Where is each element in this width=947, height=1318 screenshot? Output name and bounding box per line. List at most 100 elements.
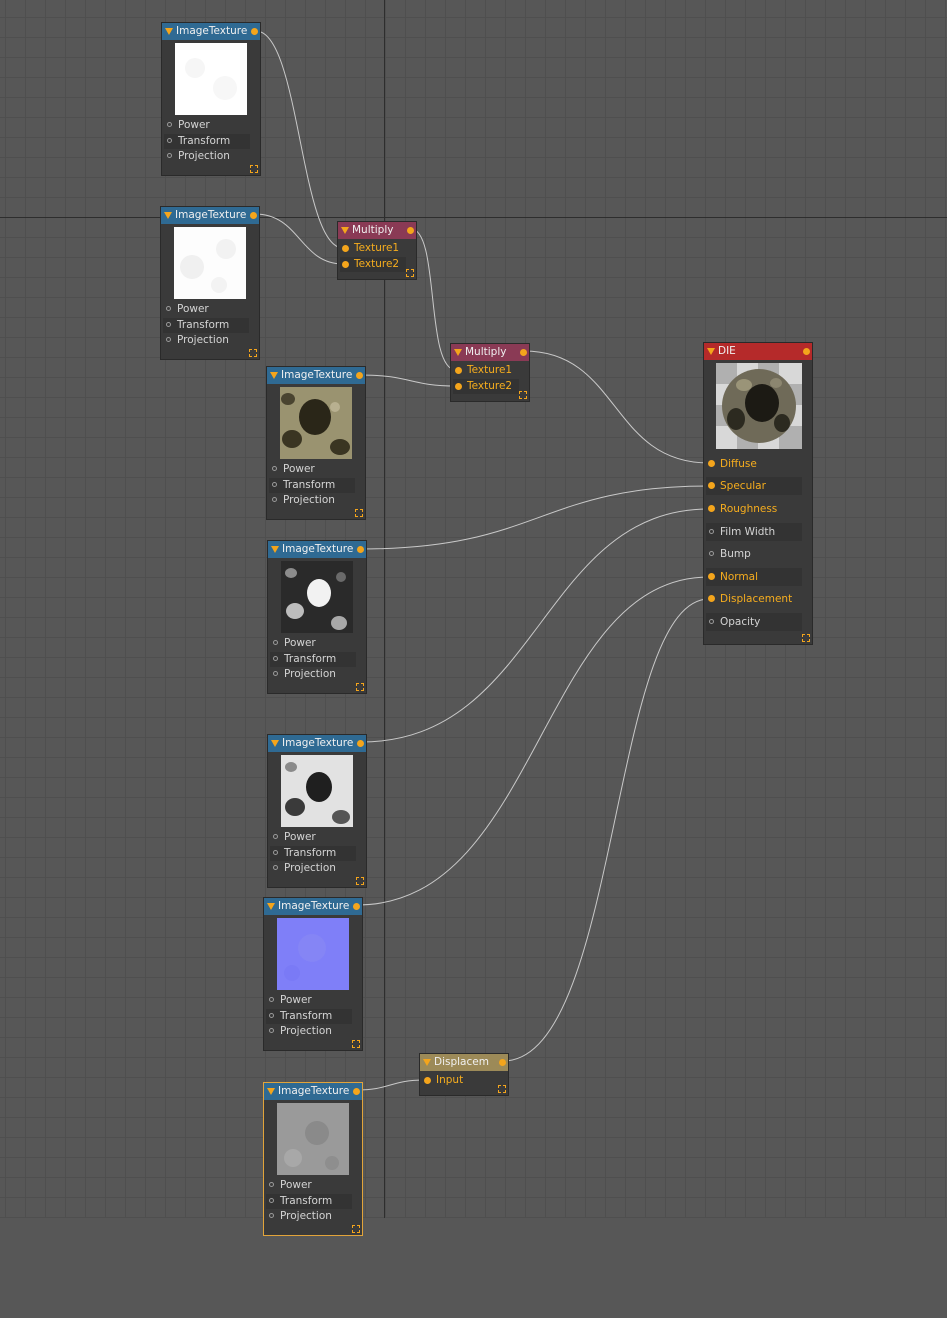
input-texture1[interactable]: Texture1 [340,241,406,256]
input-transform[interactable]: Transform [163,318,249,333]
input-power[interactable]: Power [266,993,352,1008]
port-dot-icon[interactable] [708,573,715,580]
node-header[interactable]: DIE [704,343,812,360]
material-input-film-width[interactable]: Film Width [706,523,802,541]
input-transform[interactable]: Transform [266,1194,352,1209]
port-dot-icon[interactable] [272,482,277,487]
input-transform[interactable]: Transform [266,1009,352,1024]
node-header[interactable]: ImageTexture [268,735,366,752]
collapse-arrow-icon[interactable] [271,740,279,747]
resize-handle-icon[interactable] [250,165,258,173]
resize-handle-icon[interactable] [355,509,363,517]
port-dot-icon[interactable] [269,1013,274,1018]
resize-handle-icon[interactable] [406,269,414,277]
port-dot-icon[interactable] [708,482,715,489]
node-header[interactable]: ImageTexture [264,1083,362,1100]
port-dot-icon[interactable] [708,595,715,602]
port-dot-icon[interactable] [273,834,278,839]
port-dot-icon[interactable] [273,850,278,855]
input-transform[interactable]: Transform [269,478,355,493]
output-port-icon[interactable] [251,28,258,35]
multiply-node-2[interactable]: Multiply Texture1 Texture2 [450,343,530,402]
port-dot-icon[interactable] [167,138,172,143]
material-input-diffuse[interactable]: Diffuse [706,455,802,473]
multiply-node-1[interactable]: Multiply Texture1 Texture2 [337,221,417,280]
port-dot-icon[interactable] [709,529,714,534]
input-input[interactable]: Input [422,1073,498,1088]
material-input-opacity[interactable]: Opacity [706,613,802,631]
material-input-displacement[interactable]: Displacement [706,590,802,608]
node-header[interactable]: ImageTexture [267,367,365,384]
port-dot-icon[interactable] [273,656,278,661]
resize-handle-icon[interactable] [356,683,364,691]
input-power[interactable]: Power [266,1178,352,1193]
port-dot-icon[interactable] [424,1077,431,1084]
port-dot-icon[interactable] [272,466,277,471]
material-node-die[interactable]: DIE Diffuse Specular Roughness Film Widt… [703,342,813,645]
image-texture-node-7[interactable]: ImageTexture Power Transform Projection [263,1082,363,1236]
collapse-arrow-icon[interactable] [423,1059,431,1066]
node-header[interactable]: Multiply [338,222,416,239]
image-texture-node-2[interactable]: ImageTexture Power Transform Projection [160,206,260,360]
input-power[interactable]: Power [270,636,356,651]
port-dot-icon[interactable] [342,245,349,252]
output-port-icon[interactable] [499,1059,506,1066]
input-texture2[interactable]: Texture2 [453,379,519,394]
node-header[interactable]: Multiply [451,344,529,361]
output-port-icon[interactable] [250,212,257,219]
port-dot-icon[interactable] [273,671,278,676]
input-power[interactable]: Power [164,118,250,133]
input-projection[interactable]: Projection [163,333,249,348]
image-texture-node-5[interactable]: ImageTexture Power Transform Projection [267,734,367,888]
port-dot-icon[interactable] [709,551,714,556]
port-dot-icon[interactable] [455,367,462,374]
image-texture-node-3[interactable]: ImageTexture Power Transform Projection [266,366,366,520]
input-texture2[interactable]: Texture2 [340,257,406,272]
resize-handle-icon[interactable] [249,349,257,357]
port-dot-icon[interactable] [167,122,172,127]
image-texture-node-6[interactable]: ImageTexture Power Transform Projection [263,897,363,1051]
node-header[interactable]: Displacem [420,1054,508,1071]
material-input-specular[interactable]: Specular [706,477,802,495]
material-input-roughness[interactable]: Roughness [706,500,802,518]
output-port-icon[interactable] [356,372,363,379]
input-projection[interactable]: Projection [270,667,356,682]
collapse-arrow-icon[interactable] [271,546,279,553]
node-header[interactable]: ImageTexture [161,207,259,224]
port-dot-icon[interactable] [269,1028,274,1033]
input-transform[interactable]: Transform [164,134,250,149]
input-power[interactable]: Power [163,302,249,317]
resize-handle-icon[interactable] [356,877,364,885]
output-port-icon[interactable] [407,227,414,234]
port-dot-icon[interactable] [269,997,274,1002]
port-dot-icon[interactable] [273,865,278,870]
port-dot-icon[interactable] [273,640,278,645]
input-transform[interactable]: Transform [270,652,356,667]
port-dot-icon[interactable] [455,383,462,390]
collapse-arrow-icon[interactable] [270,372,278,379]
collapse-arrow-icon[interactable] [267,1088,275,1095]
input-power[interactable]: Power [270,830,356,845]
input-projection[interactable]: Projection [269,493,355,508]
image-texture-node-4[interactable]: ImageTexture Power Transform Projection [267,540,367,694]
output-port-icon[interactable] [803,348,810,355]
collapse-arrow-icon[interactable] [454,349,462,356]
collapse-arrow-icon[interactable] [165,28,173,35]
output-port-icon[interactable] [353,903,360,910]
input-texture1[interactable]: Texture1 [453,363,519,378]
output-port-icon[interactable] [520,349,527,356]
material-input-bump[interactable]: Bump [706,545,802,563]
resize-handle-icon[interactable] [802,634,810,642]
input-projection[interactable]: Projection [270,861,356,876]
node-header[interactable]: ImageTexture [162,23,260,40]
input-projection[interactable]: Projection [266,1209,352,1224]
port-dot-icon[interactable] [269,1182,274,1187]
resize-handle-icon[interactable] [498,1085,506,1093]
collapse-arrow-icon[interactable] [707,348,715,355]
port-dot-icon[interactable] [709,619,714,624]
output-port-icon[interactable] [353,1088,360,1095]
resize-handle-icon[interactable] [352,1225,360,1233]
port-dot-icon[interactable] [708,460,715,467]
collapse-arrow-icon[interactable] [164,212,172,219]
port-dot-icon[interactable] [708,505,715,512]
